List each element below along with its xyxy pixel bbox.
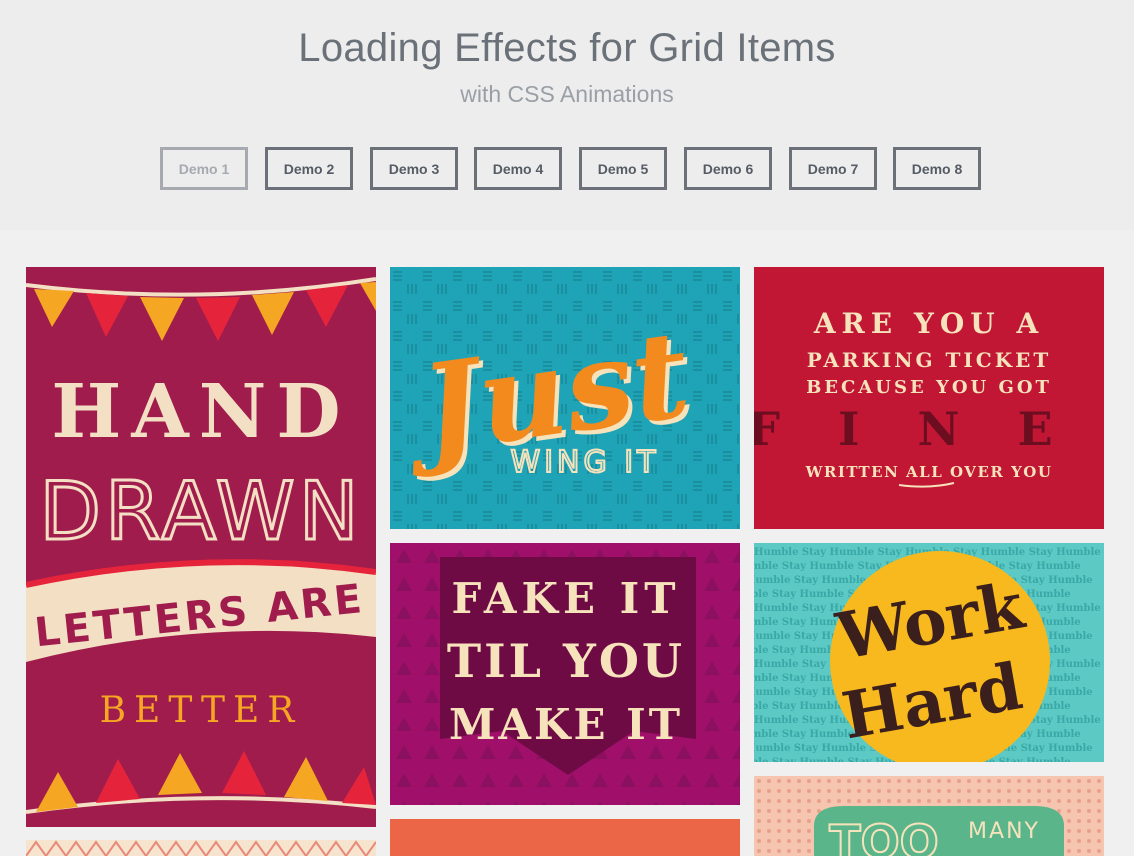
grid-item-too-many[interactable]: TOO MANY bbox=[754, 776, 1104, 856]
too-text: TOO bbox=[829, 815, 939, 856]
grid-item-just-wing-it[interactable]: Just Just WING IT bbox=[390, 267, 740, 529]
grid-item-fake-it[interactable]: FAKE IT TIL YOU MAKE IT bbox=[390, 543, 740, 805]
hand-text: HAND bbox=[51, 369, 350, 455]
hand-drawn-artwork: HAND DRAWN LETTERS ARE BETTER bbox=[26, 267, 376, 827]
fake-it-artwork: FAKE IT TIL YOU MAKE IT bbox=[390, 543, 740, 805]
grid-item-hand-drawn[interactable]: HAND DRAWN LETTERS ARE BETTER bbox=[26, 267, 376, 827]
demo-8-button[interactable]: Demo 8 bbox=[893, 147, 981, 190]
just-wing-it-artwork: Just Just WING IT bbox=[390, 267, 740, 529]
grid-item-pattern[interactable] bbox=[26, 840, 376, 856]
because-text: BECAUSE YOU GOT bbox=[806, 377, 1052, 398]
til-you-text: TIL YOU bbox=[447, 634, 685, 688]
work-hard-artwork: Humble Stay Humble Stay Humble Stay Humb… bbox=[754, 543, 1104, 762]
grid-item-orange[interactable] bbox=[390, 819, 740, 856]
wing-it-text: WING IT bbox=[511, 445, 660, 480]
parking-ticket-text: PARKING TICKET bbox=[807, 348, 1051, 372]
drawn-text: DRAWN bbox=[39, 465, 362, 558]
demo-nav: Demo 1 Demo 2 Demo 3 Demo 4 Demo 5 Demo … bbox=[160, 147, 990, 190]
fake-it-text: FAKE IT bbox=[452, 574, 681, 623]
demo-1-button[interactable]: Demo 1 bbox=[160, 147, 248, 190]
pattern-artwork bbox=[26, 840, 376, 856]
page-title: Loading Effects for Grid Items bbox=[298, 26, 836, 70]
make-it-text: MAKE IT bbox=[449, 700, 683, 749]
written-text: WRITTEN ALL OVER YOU bbox=[805, 463, 1053, 481]
parking-ticket-artwork: ARE YOU A PARKING TICKET BECAUSE YOU GOT… bbox=[754, 267, 1104, 529]
demo-4-button[interactable]: Demo 4 bbox=[474, 147, 562, 190]
demo-3-button[interactable]: Demo 3 bbox=[370, 147, 458, 190]
are-you-a-text: ARE YOU A bbox=[813, 307, 1044, 340]
page-subtitle: with CSS Animations bbox=[460, 81, 674, 107]
many-text: MANY bbox=[968, 819, 1040, 844]
grid-item-parking-ticket[interactable]: ARE YOU A PARKING TICKET BECAUSE YOU GOT… bbox=[754, 267, 1104, 529]
demo-2-button[interactable]: Demo 2 bbox=[265, 147, 353, 190]
better-text: BETTER bbox=[100, 690, 303, 731]
grid-item-work-hard[interactable]: Humble Stay Humble Stay Humble Stay Humb… bbox=[754, 543, 1104, 762]
demo-5-button[interactable]: Demo 5 bbox=[579, 147, 667, 190]
too-many-artwork: TOO MANY bbox=[754, 776, 1104, 856]
fine-text: FINE bbox=[754, 402, 1104, 456]
page-header: Loading Effects for Grid Items with CSS … bbox=[0, 0, 1134, 230]
demo-7-button[interactable]: Demo 7 bbox=[789, 147, 877, 190]
demo-6-button[interactable]: Demo 6 bbox=[684, 147, 772, 190]
